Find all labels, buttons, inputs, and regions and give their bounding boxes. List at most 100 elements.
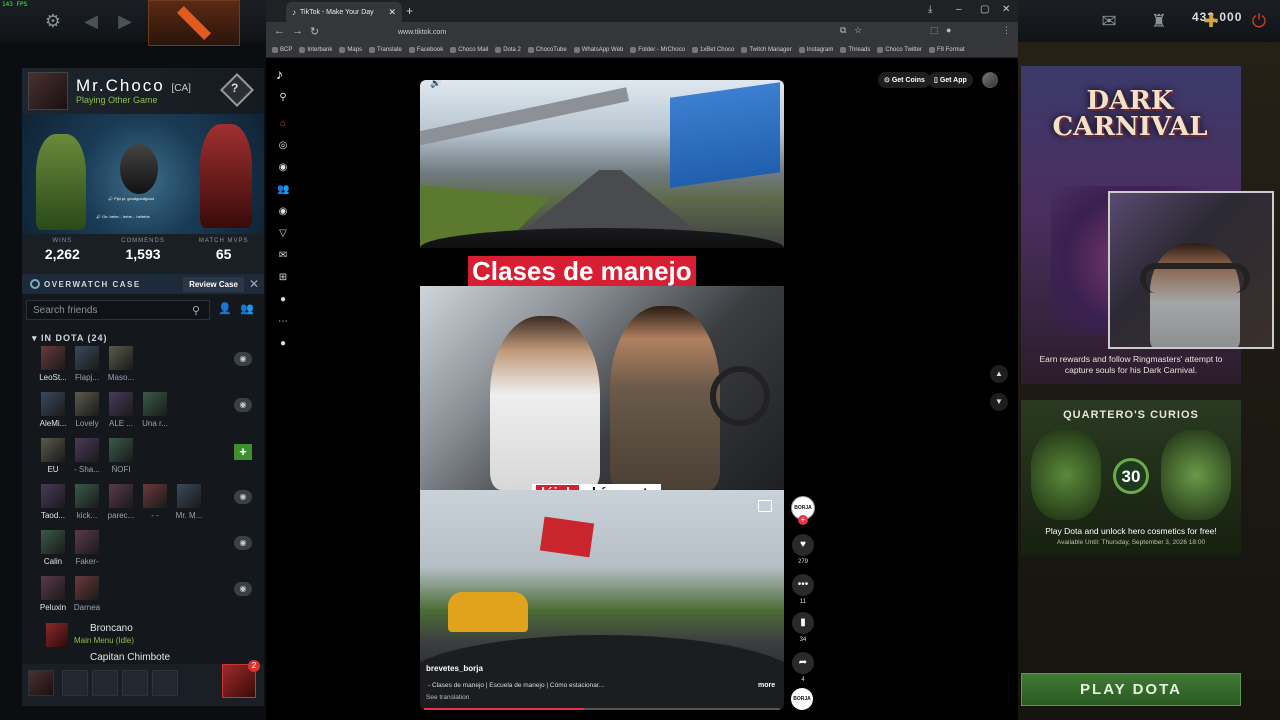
close-window-icon[interactable]: ✕ <box>1002 4 1010 15</box>
new-tab-button[interactable]: + <box>406 4 413 18</box>
power-icon[interactable]: ⏻ <box>1246 8 1272 34</box>
party-slot[interactable] <box>92 670 118 696</box>
hero-showcase[interactable]: 🔊 Pipi pi, goodgoodgood 🔊 Ge..hehe... he… <box>22 114 264 234</box>
dota-logo[interactable] <box>148 0 240 46</box>
bookmark-item[interactable]: Facebook <box>408 46 443 53</box>
next-video-chevron-down-icon[interactable]: ▼ <box>990 393 1008 411</box>
add-plus-icon[interactable]: + <box>234 444 252 460</box>
profile-icon[interactable]: ● <box>277 294 289 306</box>
bookmark-item[interactable]: 1xBet Choco <box>691 46 734 53</box>
friend-tile[interactable]: Peluxin <box>38 576 68 612</box>
close-tab-icon[interactable]: ✕ <box>388 7 396 18</box>
forward-arrow-icon[interactable]: ▶ <box>112 8 138 34</box>
search-icon[interactable]: ⚲ <box>192 304 204 317</box>
inbox-icon[interactable]: ✉ <box>277 250 289 262</box>
downloads-icon[interactable]: ⤓ <box>928 4 932 15</box>
back-icon[interactable]: ← <box>274 25 285 37</box>
friend-tile[interactable]: Faker- <box>72 530 102 566</box>
party-slot[interactable] <box>62 670 88 696</box>
tiktok-logo-icon[interactable]: ♪ <box>276 66 283 82</box>
get-coins-button[interactable]: ⊙ Get Coins <box>878 72 931 88</box>
bookmark-button[interactable]: ▮ 34 <box>788 612 818 643</box>
in-dota-header[interactable]: ▾ IN DOTA (24) <box>32 333 108 344</box>
friend-tile[interactable]: - Sha... <box>72 438 102 474</box>
following-account-icon[interactable]: ● <box>277 338 289 350</box>
voice-line-1[interactable]: 🔊 Pipi pi, goodgoodgood <box>108 196 154 201</box>
party-slot[interactable] <box>152 670 178 696</box>
quarteros-curios-banner[interactable]: QUARTERO'S CURIOS 30 Play Dota and unloc… <box>1021 400 1241 556</box>
more-icon[interactable]: ⋯ <box>277 316 289 328</box>
party-slot-self[interactable] <box>28 670 54 696</box>
back-arrow-icon[interactable]: ◀ <box>78 8 104 34</box>
friend-tile[interactable]: Mr. M... <box>174 484 204 520</box>
close-icon[interactable]: ✕ <box>244 277 264 291</box>
like-button[interactable]: ♥ 279 <box>788 534 818 565</box>
video-player[interactable]: 🔊 ⋯ Clases de manejo déjalo ahí exacto b… <box>420 80 784 710</box>
bookmark-item[interactable]: Twitch Manager <box>741 46 792 53</box>
tab-tiktok[interactable]: ♪ TikTok - Make Your Day ✕ <box>286 2 402 22</box>
friend-tile[interactable]: AleMi... <box>38 392 68 428</box>
bookmark-item[interactable]: Choco Twitter <box>877 46 922 53</box>
bookmark-item[interactable]: ChocoTube <box>527 46 567 53</box>
friend-tile[interactable]: EU <box>38 438 68 474</box>
bookmark-item[interactable]: Instagram <box>798 46 833 53</box>
following-icon[interactable]: ◉ <box>277 162 289 174</box>
see-translation-link[interactable]: See translation <box>426 694 469 701</box>
bookmark-item[interactable]: WhatsApp Web <box>573 46 623 53</box>
friend-tile[interactable]: - - <box>140 484 170 520</box>
bookmark-item[interactable]: Choco Mail <box>450 46 488 53</box>
share-button[interactable]: ➦ 4 <box>788 652 818 683</box>
follow-plus-icon[interactable]: + <box>798 515 808 525</box>
description-more-link[interactable]: more <box>758 682 775 689</box>
watch-eye-icon[interactable]: ◉ <box>234 536 252 550</box>
friend-tile[interactable]: ALE ... <box>106 392 136 428</box>
video-username[interactable]: brevetes_borja <box>426 664 483 673</box>
watch-eye-icon[interactable]: ◉ <box>234 352 252 366</box>
watch-eye-icon[interactable]: ◉ <box>234 398 252 412</box>
volume-icon[interactable]: 🔊 <box>430 80 441 89</box>
avatar[interactable] <box>982 72 998 88</box>
messages-icon[interactable]: ▽ <box>277 228 289 240</box>
armory-icon[interactable]: ♜ <box>1146 8 1172 34</box>
friends-icon[interactable]: 👥 <box>277 184 289 196</box>
review-case-button[interactable]: Review Case <box>183 276 244 292</box>
get-app-button[interactable]: ▯ Get App <box>928 72 973 88</box>
picture-in-picture-icon[interactable] <box>758 500 772 512</box>
friend-tile[interactable]: Taod... <box>38 484 68 520</box>
profile-icon[interactable]: ● <box>946 25 951 35</box>
minimize-icon[interactable]: – <box>956 4 962 15</box>
friend-tile[interactable]: LeoSt... <box>38 346 68 382</box>
friend-tile[interactable]: parec... <box>106 484 136 520</box>
friend-tile[interactable]: Calin <box>38 530 68 566</box>
home-icon[interactable]: ⌂ <box>277 118 289 130</box>
bookmark-item[interactable]: F8 Format <box>928 46 965 53</box>
install-app-icon[interactable]: ⧉ <box>840 25 846 36</box>
video-progress-bar[interactable] <box>424 708 780 710</box>
watch-eye-icon[interactable]: ◉ <box>234 490 252 504</box>
live-icon[interactable]: ◉ <box>277 206 289 218</box>
friends-list-icon[interactable]: 👥 <box>240 302 254 315</box>
bookmark-star-icon[interactable]: ☆ <box>854 25 862 36</box>
previous-video-chevron-up-icon[interactable]: ▲ <box>990 365 1008 383</box>
party-slot[interactable] <box>122 670 148 696</box>
menu-icon[interactable]: ⋮ <box>1002 25 1011 36</box>
voice-line-2[interactable]: 🔊 Ge..hehe... hehe... hehehe <box>96 214 150 219</box>
bookmark-item[interactable]: Interbank <box>299 46 332 53</box>
bookmark-item[interactable]: Dota 2 <box>495 46 521 53</box>
friend-tile[interactable]: ÑOFI <box>106 438 136 474</box>
friend-tile[interactable]: Flapj... <box>72 346 102 382</box>
friend-broncano[interactable]: Broncano Main Menu (Idle) Capitan Chimbo… <box>46 623 246 663</box>
mail-icon[interactable]: ✉ <box>1096 8 1122 34</box>
friend-tile[interactable]: Darnea <box>72 576 102 612</box>
bookmark-item[interactable]: BCP <box>272 46 292 53</box>
add-friend-icon[interactable]: 👤 <box>218 302 232 315</box>
explore-icon[interactable]: ◎ <box>277 140 289 152</box>
bookmark-item[interactable]: Maps <box>339 46 362 53</box>
more-options-icon[interactable]: ⋯ <box>760 80 770 87</box>
maximize-icon[interactable]: ▢ <box>980 4 989 15</box>
comment-button[interactable]: ••• 11 <box>788 574 818 605</box>
avatar[interactable] <box>28 72 68 110</box>
sound-disc-avatar[interactable]: BORJA <box>791 688 813 710</box>
forward-icon[interactable]: → <box>292 25 303 37</box>
friend-tile[interactable]: Lovely <box>72 392 102 428</box>
